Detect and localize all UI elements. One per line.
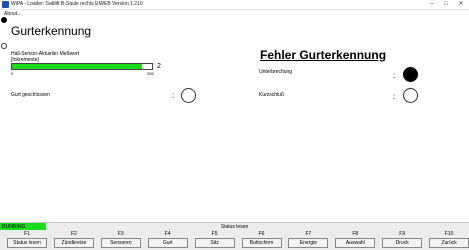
fkey-button-1[interactable]: Status lesen (7, 238, 47, 248)
marker-dot-hollow (1, 43, 7, 49)
interruption-label: Unterbrechung (259, 69, 293, 75)
fkey-button-8[interactable]: Auswahl (335, 238, 376, 248)
belt-closed-label: Gurt geschlossen (11, 92, 50, 98)
bar-max-label: 255 (147, 71, 154, 76)
app-window: WiPA - Loader: Sattlift B-Säule rechts E… (0, 0, 469, 250)
fkey-button-10[interactable]: Zurück (429, 238, 469, 248)
maximize-icon[interactable]: □ (439, 0, 453, 9)
fkey-button-9[interactable]: Druck (382, 238, 423, 248)
fkey-button-2[interactable]: Zündkreise (53, 238, 94, 248)
interruption-indicator (403, 67, 418, 82)
fkey-button-3[interactable]: Sensoren (100, 238, 141, 248)
short-circuit-label: Kurzschluß (259, 92, 285, 98)
status-bar: RUNNING Status lesen (0, 222, 469, 231)
marker-dot (1, 17, 7, 23)
menu-about[interactable]: About... (4, 10, 21, 18)
error-heading: Fehler Gurterkennung (260, 48, 387, 62)
short-circuit-colon: : (393, 92, 396, 101)
fkey-button-4[interactable]: Gurt (147, 238, 188, 248)
close-icon[interactable]: ✕ (454, 0, 468, 9)
bar-min-label: 0 (11, 71, 14, 76)
belt-closed-indicator (181, 88, 196, 103)
minimize-icon[interactable]: – (425, 0, 439, 9)
interruption-colon: : (393, 71, 396, 80)
fkey-button-7[interactable]: Energie (288, 238, 329, 248)
sensor-progress-bar (11, 63, 153, 70)
short-circuit-indicator (403, 88, 418, 103)
app-icon (2, 1, 9, 8)
menu-bar: About... (0, 10, 469, 18)
sensor-value: 2 (157, 63, 161, 70)
belt-closed-colon: : (172, 91, 175, 100)
title-bar: WiPA - Loader: Sattlift B-Säule rechts E… (0, 0, 469, 10)
fkey-button-5[interactable]: Sitz (194, 238, 235, 248)
page-title: Gurterkennung (11, 24, 92, 38)
window-title: WiPA - Loader: Sattlift B-Säule rechts E… (11, 1, 143, 7)
fkey-button-6[interactable]: Buttschirm (241, 238, 282, 248)
sensor-progress-fill (12, 64, 143, 69)
function-key-buttons: Status lesen Zündkreise Sensoren Gurt Sitz Bu… (0, 237, 469, 250)
